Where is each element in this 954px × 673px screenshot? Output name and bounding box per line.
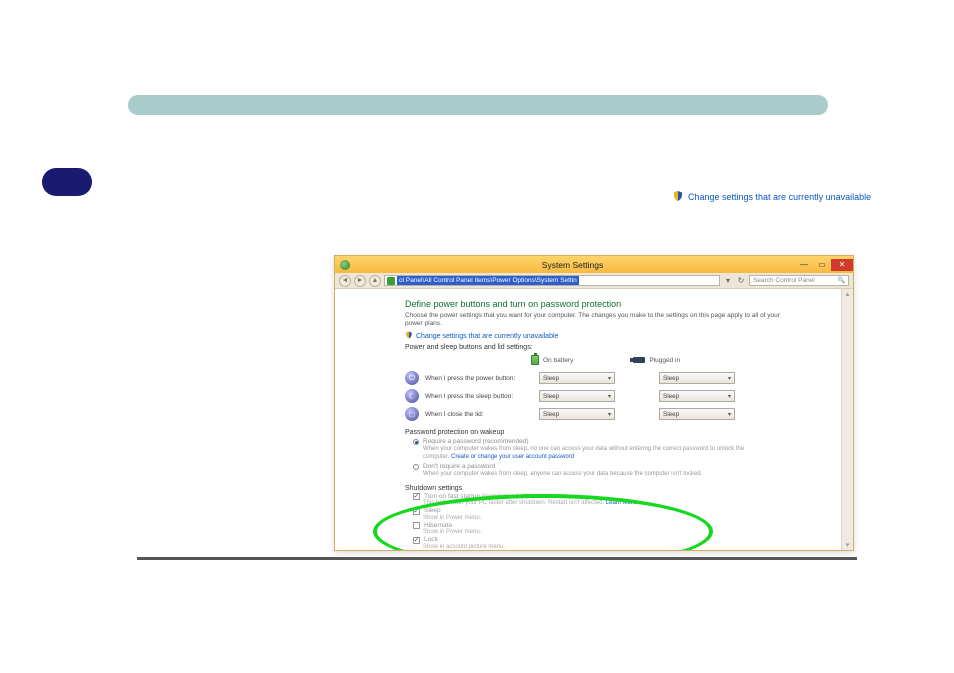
lock-checkbox[interactable] <box>413 537 420 544</box>
decorative-bottom-bar <box>137 557 857 560</box>
power-button-label: When I press the power button: <box>425 375 533 382</box>
lock-checkbox-row: Lock <box>413 536 853 544</box>
sleep-button-row: ☾ When I press the sleep button: Sleep S… <box>405 387 853 405</box>
lock-checkbox-title: Lock <box>424 536 438 543</box>
battery-column-header: On battery <box>531 355 573 365</box>
close-lid-plugged-select[interactable]: Sleep <box>659 408 735 420</box>
control-panel-icon <box>387 277 395 285</box>
sleep-checkbox-title: Sleep <box>424 507 441 514</box>
close-lid-row: □ When I close the lid: Sleep Sleep <box>405 405 853 423</box>
refresh-button[interactable]: ↻ <box>736 276 746 285</box>
lock-checkbox-desc: Show in account picture menu. <box>423 544 853 550</box>
search-input[interactable]: Search Control Panel <box>749 275 849 286</box>
power-button-plugged-select[interactable]: Sleep <box>659 372 735 384</box>
section-power-sleep-heading: Power and sleep buttons and lid settings… <box>405 344 853 351</box>
close-lid-icon: □ <box>405 407 419 421</box>
page-description: Choose the power settings that you want … <box>405 312 785 328</box>
hibernate-checkbox[interactable] <box>413 522 420 529</box>
create-change-password-link[interactable]: Create or change your user account passw… <box>451 454 574 460</box>
search-placeholder: Search Control Panel <box>753 277 815 284</box>
battery-column-label: On battery <box>543 357 573 364</box>
address-text: ol Panel\All Control Panel Items\Power O… <box>397 276 579 285</box>
change-settings-text: Change settings that are currently unava… <box>688 192 871 202</box>
sleep-button-battery-select[interactable]: Sleep <box>539 390 615 402</box>
fast-startup-title: Turn on fast startup (recommended) <box>424 493 528 500</box>
plug-icon <box>633 357 645 363</box>
sleep-checkbox-row: Sleep <box>413 507 853 515</box>
sleep-checkbox[interactable] <box>413 508 420 515</box>
shield-icon <box>672 190 684 204</box>
up-button[interactable]: ▲ <box>369 275 381 287</box>
require-password-title: Require a password (recommended) <box>423 438 529 445</box>
section-shutdown-heading: Shutdown settings <box>405 485 853 492</box>
plugged-column-header: Plugged in <box>633 355 680 365</box>
decorative-teal-bar <box>128 95 828 115</box>
fast-startup-checkbox[interactable] <box>413 493 420 500</box>
sleep-button-label: When I press the sleep button: <box>425 393 533 400</box>
dont-require-password-desc: When your computer wakes from sleep, any… <box>423 471 763 479</box>
window-titlebar: System Settings — ▭ ✕ <box>335 256 853 273</box>
hibernate-checkbox-row: Hibernate <box>413 522 853 530</box>
window-app-icon <box>340 260 350 270</box>
require-password-radio[interactable] <box>413 439 419 445</box>
fast-startup-checkbox-row: Turn on fast startup (recommended) <box>413 493 853 501</box>
dont-require-password-radio-row: Don't require a password <box>413 463 853 470</box>
address-field[interactable]: ol Panel\All Control Panel Items\Power O… <box>384 275 720 286</box>
power-button-row: ⏻ When I press the power button: Sleep S… <box>405 369 853 387</box>
hibernate-checkbox-desc: Show in Power menu. <box>423 529 853 535</box>
sleep-button-icon: ☾ <box>405 389 419 403</box>
change-settings-link[interactable]: Change settings that are currently unava… <box>405 331 558 341</box>
back-button[interactable]: ◄ <box>339 275 351 287</box>
change-settings-link-text: Change settings that are currently unava… <box>416 333 558 340</box>
decorative-blue-pill <box>42 168 92 196</box>
dont-require-password-radio[interactable] <box>413 464 419 470</box>
fast-startup-desc: This helps start your PC faster after sh… <box>423 500 853 506</box>
power-button-icon: ⏻ <box>405 371 419 385</box>
require-password-desc: When your computer wakes from sleep, no … <box>423 446 763 461</box>
forward-button[interactable]: ► <box>354 275 366 287</box>
minimize-button[interactable]: — <box>795 259 813 271</box>
require-password-radio-row: Require a password (recommended) <box>413 438 853 445</box>
sleep-checkbox-desc: Show in Power menu. <box>423 515 853 521</box>
close-lid-battery-select[interactable]: Sleep <box>539 408 615 420</box>
system-settings-window: System Settings — ▭ ✕ ◄ ► ▲ ol Panel\All… <box>334 255 854 551</box>
page-title: Define power buttons and turn on passwor… <box>405 299 853 309</box>
sleep-button-plugged-select[interactable]: Sleep <box>659 390 735 402</box>
close-lid-label: When I close the lid: <box>425 411 533 418</box>
maximize-button[interactable]: ▭ <box>813 259 831 271</box>
dropdown-arrow[interactable]: ▾ <box>723 276 733 285</box>
hibernate-checkbox-title: Hibernate <box>424 522 452 529</box>
window-content: Define power buttons and turn on passwor… <box>335 289 853 550</box>
change-settings-link-mention: Change settings that are currently unava… <box>672 190 871 204</box>
close-button[interactable]: ✕ <box>831 259 853 271</box>
battery-icon <box>531 355 539 365</box>
power-button-battery-select[interactable]: Sleep <box>539 372 615 384</box>
section-password-heading: Password protection on wakeup <box>405 429 853 436</box>
vertical-scrollbar[interactable] <box>841 289 853 550</box>
dont-require-password-title: Don't require a password <box>423 463 495 470</box>
shield-icon <box>405 331 413 341</box>
plugged-column-label: Plugged in <box>649 357 680 364</box>
window-title: System Settings <box>350 260 795 270</box>
learn-more-link[interactable]: Learn More <box>606 500 637 506</box>
address-toolbar: ◄ ► ▲ ol Panel\All Control Panel Items\P… <box>335 273 853 289</box>
